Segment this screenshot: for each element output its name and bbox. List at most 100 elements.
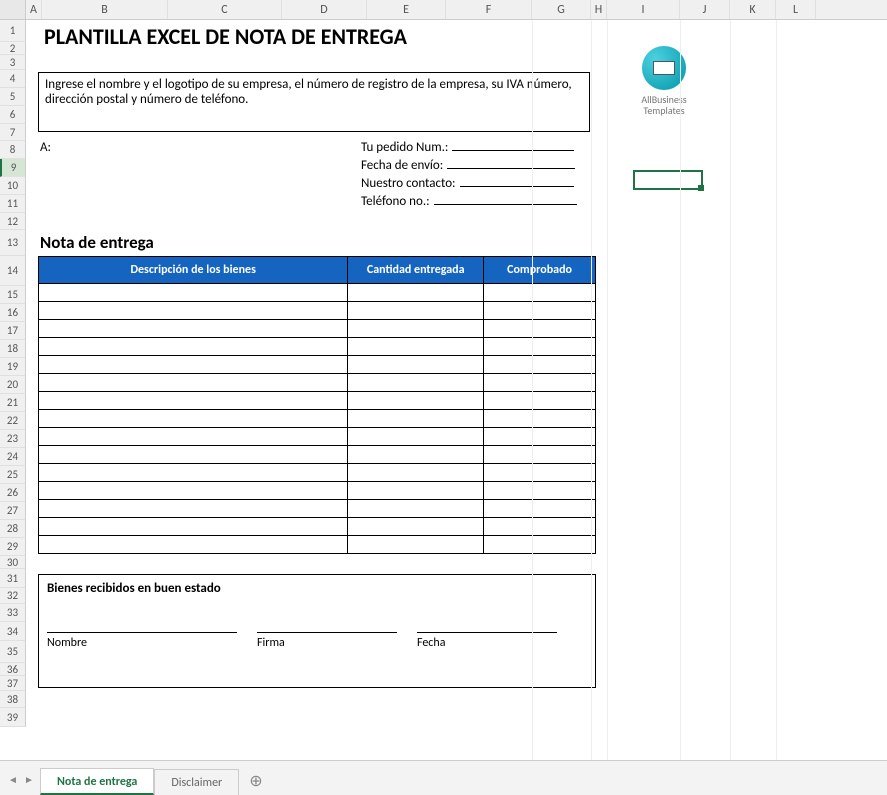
table-row[interactable] [39, 536, 596, 554]
table-cell[interactable] [484, 446, 596, 464]
table-cell[interactable] [348, 518, 484, 536]
row-header-6[interactable]: 6 [0, 106, 26, 124]
row-header-24[interactable]: 24 [0, 448, 26, 466]
row-header-36[interactable]: 36 [0, 663, 26, 676]
col-header-H[interactable]: H [591, 0, 607, 19]
field-ship-date[interactable]: Fecha de envío: [361, 158, 575, 173]
table-cell[interactable] [39, 428, 348, 446]
row-header-31[interactable]: 31 [0, 569, 26, 588]
table-cell[interactable] [348, 374, 484, 392]
table-cell[interactable] [484, 320, 596, 338]
table-cell[interactable] [39, 464, 348, 482]
row-header-29[interactable]: 29 [0, 538, 26, 556]
row-header-21[interactable]: 21 [0, 394, 26, 412]
table-row[interactable] [39, 374, 596, 392]
table-cell[interactable] [348, 302, 484, 320]
col-header-G[interactable]: G [532, 0, 591, 19]
table-cell[interactable] [39, 338, 348, 356]
table-cell[interactable] [484, 518, 596, 536]
add-sheet-button[interactable]: ⊕ [239, 767, 272, 795]
row-header-28[interactable]: 28 [0, 520, 26, 538]
row-header-20[interactable]: 20 [0, 376, 26, 394]
table-cell[interactable] [484, 428, 596, 446]
row-header-7[interactable]: 7 [0, 124, 26, 141]
table-cell[interactable] [39, 536, 348, 554]
row-header-23[interactable]: 23 [0, 430, 26, 448]
row-header-27[interactable]: 27 [0, 502, 26, 520]
row-header-26[interactable]: 26 [0, 484, 26, 502]
row-header-5[interactable]: 5 [0, 88, 26, 106]
tab-disclaimer[interactable]: Disclaimer [154, 769, 239, 795]
table-cell[interactable] [348, 500, 484, 518]
table-row[interactable] [39, 320, 596, 338]
col-header-B[interactable]: B [42, 0, 168, 19]
delivery-table-body[interactable] [39, 284, 596, 554]
signature-sign-line[interactable] [257, 632, 397, 633]
table-cell[interactable] [39, 356, 348, 374]
table-cell[interactable] [348, 410, 484, 428]
table-cell[interactable] [39, 410, 348, 428]
table-cell[interactable] [484, 464, 596, 482]
row-header-37[interactable]: 37 [0, 676, 26, 691]
table-row[interactable] [39, 500, 596, 518]
table-cell[interactable] [348, 392, 484, 410]
table-cell[interactable] [484, 410, 596, 428]
table-cell[interactable] [484, 392, 596, 410]
row-header-18[interactable]: 18 [0, 340, 26, 358]
col-header-D[interactable]: D [282, 0, 367, 19]
row-header-2[interactable]: 2 [0, 42, 26, 55]
table-cell[interactable] [484, 338, 596, 356]
tab-nota-de-entrega[interactable]: Nota de entrega [40, 768, 154, 795]
delivery-table[interactable]: Descripción de los bienes Cantidad entre… [38, 256, 596, 554]
row-header-17[interactable]: 17 [0, 322, 26, 340]
row-header-33[interactable]: 33 [0, 604, 26, 622]
table-row[interactable] [39, 464, 596, 482]
row-header-15[interactable]: 15 [0, 286, 26, 304]
field-contact[interactable]: Nuestro contacto: [361, 176, 574, 191]
table-cell[interactable] [39, 446, 348, 464]
field-order-num[interactable]: Tu pedido Num.: [361, 140, 574, 155]
row-header-25[interactable]: 25 [0, 466, 26, 484]
col-header-F[interactable]: F [446, 0, 532, 19]
table-row[interactable] [39, 338, 596, 356]
row-header-34[interactable]: 34 [0, 622, 26, 641]
table-cell[interactable] [348, 320, 484, 338]
tab-prev-icon[interactable]: ◄ [6, 773, 20, 787]
row-header-3[interactable]: 3 [0, 55, 26, 70]
row-header-9[interactable]: 9 [0, 159, 26, 177]
table-row[interactable] [39, 428, 596, 446]
table-row[interactable] [39, 356, 596, 374]
table-cell[interactable] [39, 392, 348, 410]
row-header-13[interactable]: 13 [0, 230, 26, 256]
table-cell[interactable] [348, 356, 484, 374]
row-header-32[interactable]: 32 [0, 588, 26, 604]
signature-name-line[interactable] [47, 632, 237, 633]
col-header-K[interactable]: K [730, 0, 776, 19]
row-header-19[interactable]: 19 [0, 358, 26, 376]
row-header-16[interactable]: 16 [0, 304, 26, 322]
row-header-39[interactable]: 39 [0, 708, 26, 727]
table-cell[interactable] [39, 302, 348, 320]
table-cell[interactable] [39, 320, 348, 338]
table-row[interactable] [39, 392, 596, 410]
table-row[interactable] [39, 518, 596, 536]
table-cell[interactable] [484, 356, 596, 374]
table-cell[interactable] [348, 338, 484, 356]
row-header-10[interactable]: 10 [0, 177, 26, 195]
table-cell[interactable] [39, 482, 348, 500]
row-header-1[interactable]: 1 [0, 20, 26, 42]
table-cell[interactable] [348, 446, 484, 464]
signature-date-line[interactable] [417, 632, 557, 633]
table-cell[interactable] [39, 500, 348, 518]
company-info-box[interactable]: Ingrese el nombre y el logotipo de su em… [38, 72, 590, 132]
table-cell[interactable] [39, 374, 348, 392]
table-cell[interactable] [484, 284, 596, 302]
row-header-4[interactable]: 4 [0, 70, 26, 88]
table-cell[interactable] [484, 374, 596, 392]
table-cell[interactable] [484, 500, 596, 518]
table-cell[interactable] [348, 428, 484, 446]
row-header-8[interactable]: 8 [0, 141, 26, 159]
table-cell[interactable] [348, 464, 484, 482]
select-all-corner[interactable] [0, 0, 26, 19]
row-header-30[interactable]: 30 [0, 556, 26, 569]
